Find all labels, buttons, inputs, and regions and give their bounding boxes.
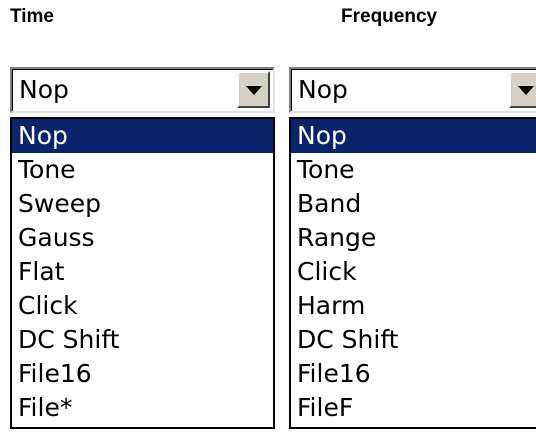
time-option[interactable]: DC Shift bbox=[12, 323, 273, 357]
chevron-down-icon bbox=[517, 85, 534, 95]
time-type-combobox[interactable]: Nop bbox=[10, 67, 275, 113]
time-option[interactable]: Gauss bbox=[12, 221, 273, 255]
frequency-option[interactable]: FileF bbox=[291, 391, 536, 425]
frequency-dropdown-button[interactable] bbox=[509, 71, 536, 108]
time-option[interactable]: File* bbox=[12, 391, 273, 425]
chevron-down-icon bbox=[245, 85, 262, 95]
time-option[interactable]: Tone bbox=[12, 153, 273, 187]
frequency-option[interactable]: Nop bbox=[291, 119, 536, 153]
frequency-option[interactable]: DC Shift bbox=[291, 323, 536, 357]
frequency-type-combobox[interactable]: Nop bbox=[289, 67, 536, 113]
time-option[interactable]: Flat bbox=[12, 255, 273, 289]
time-dropdown-list: Nop Tone Sweep Gauss Flat Click DC Shift… bbox=[10, 117, 275, 429]
frequency-option[interactable]: Band bbox=[291, 187, 536, 221]
time-option[interactable]: Sweep bbox=[12, 187, 273, 221]
time-option[interactable]: Nop bbox=[12, 119, 273, 153]
time-combobox-value: Nop bbox=[19, 75, 69, 104]
frequency-option[interactable]: Click bbox=[291, 255, 536, 289]
time-dropdown-button[interactable] bbox=[237, 71, 270, 108]
frequency-option[interactable]: Tone bbox=[291, 153, 536, 187]
frequency-dropdown-list: Nop Tone Band Range Click Harm DC Shift … bbox=[289, 117, 536, 429]
frequency-option[interactable]: Range bbox=[291, 221, 536, 255]
frequency-combobox-value: Nop bbox=[298, 75, 348, 104]
time-section-title: Time bbox=[10, 6, 55, 27]
time-option[interactable]: Click bbox=[12, 289, 273, 323]
frequency-option[interactable]: Harm bbox=[291, 289, 536, 323]
frequency-section-title: Frequency bbox=[341, 6, 438, 27]
frequency-option[interactable]: File16 bbox=[291, 357, 536, 391]
time-option[interactable]: File16 bbox=[12, 357, 273, 391]
